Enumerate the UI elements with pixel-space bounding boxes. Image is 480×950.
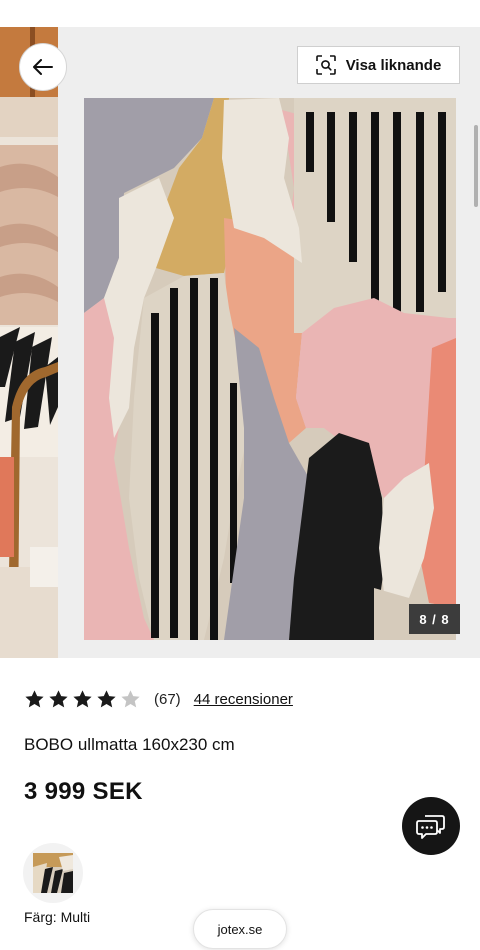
rating-count: (67) xyxy=(154,691,181,708)
star-filled-icon xyxy=(73,690,92,708)
product-rating: (67) 44 recensioner xyxy=(24,689,293,710)
previous-image-peek[interactable] xyxy=(0,27,58,658)
product-image-rug xyxy=(84,98,456,640)
product-title: BOBO ullmatta 160x230 cm xyxy=(24,735,235,754)
star-filled-icon xyxy=(97,690,116,708)
scrollbar-thumb[interactable] xyxy=(474,125,478,207)
color-swatch-multi[interactable] xyxy=(23,843,83,903)
chat-button[interactable] xyxy=(402,797,460,855)
browser-url-bar[interactable]: jotex.se xyxy=(193,909,287,949)
show-similar-label: Visa liknande xyxy=(345,56,442,74)
color-label: Färg: Multi xyxy=(24,909,91,925)
show-similar-button[interactable]: Visa liknande xyxy=(297,46,460,84)
reviews-link[interactable]: 44 recensioner xyxy=(194,691,293,708)
visual-search-icon xyxy=(315,55,336,75)
image-counter: 8 / 8 xyxy=(409,604,460,634)
room-photo xyxy=(0,27,58,658)
image-gallery[interactable] xyxy=(0,27,480,658)
product-price: 3 999 SEK xyxy=(24,778,143,805)
chat-icon xyxy=(416,815,445,839)
star-filled-icon xyxy=(25,690,44,708)
star-filled-icon xyxy=(49,690,68,708)
back-button[interactable] xyxy=(19,43,67,91)
arrow-left-icon xyxy=(33,59,53,75)
star-empty-icon xyxy=(121,690,140,708)
swatch-thumbnail xyxy=(33,853,73,893)
